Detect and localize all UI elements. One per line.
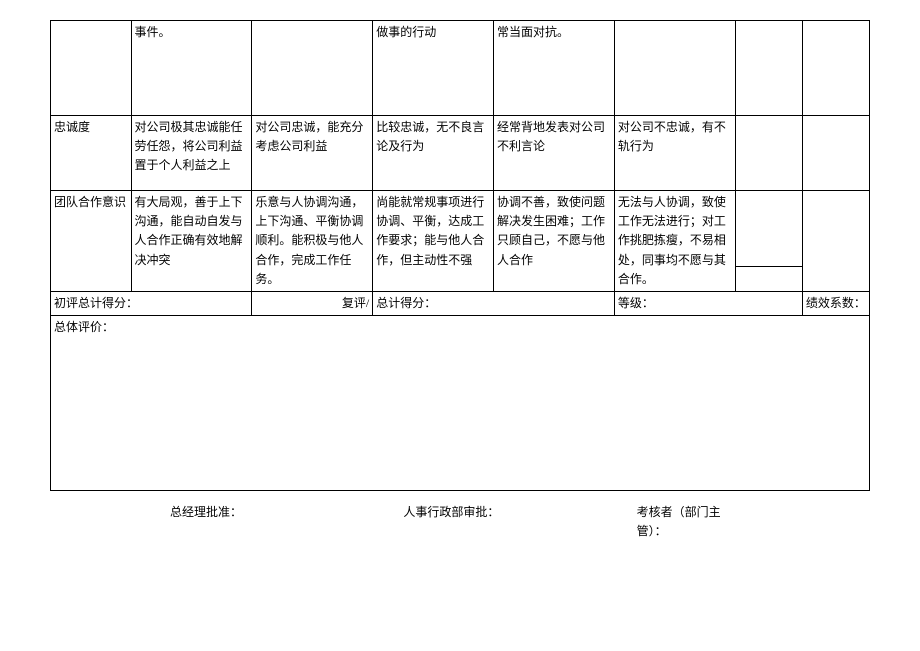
loyalty-c6: 对公司不忠诚，有不轨行为 xyxy=(614,116,735,191)
cell xyxy=(802,191,869,292)
loyalty-c2: 对公司极其忠诚能任劳任怨，将公司利益置于个人利益之上 xyxy=(131,116,252,191)
cell: 做事的行动 xyxy=(373,21,494,116)
cell xyxy=(735,21,802,116)
loyalty-c4: 比较忠诚，无不良言论及行为 xyxy=(373,116,494,191)
prelim-score-label: 初评总计得分： xyxy=(51,291,252,315)
loyalty-label: 忠诚度 xyxy=(51,116,132,191)
signature-assessor: 考核者（部门主 管）： xyxy=(637,503,870,541)
evaluation-table: 事件。 做事的行动 常当面对抗。 忠诚度 对公司极其忠诚能任劳任怨，将公司利益置… xyxy=(50,20,870,491)
table-row: 事件。 做事的行动 常当面对抗。 xyxy=(51,21,870,116)
cell xyxy=(735,116,802,191)
row-loyalty: 忠诚度 对公司极其忠诚能任劳任怨，将公司利益置于个人利益之上 对公司忠诚，能充分… xyxy=(51,116,870,191)
row-teamwork: 团队合作意识 有大局观，善于上下沟通，能自动自发与人合作正确有效地解决冲突 乐意… xyxy=(51,191,870,267)
cell xyxy=(614,21,735,116)
signature-hr: 人事行政部审批： xyxy=(403,503,636,541)
coeff-label: 绩效系数： xyxy=(802,291,869,315)
cell: 常当面对抗。 xyxy=(494,21,615,116)
team-c4: 尚能就常规事项进行协调、平衡，达成工作要求；能与他人合作，但主动性不强 xyxy=(373,191,494,292)
team-label: 团队合作意识 xyxy=(51,191,132,292)
team-c3: 乐意与人协调沟通，上下沟通、平衡协调顺利。能积极与他人合作，完成工作任务。 xyxy=(252,191,373,292)
cell xyxy=(802,21,869,116)
row-scores: 初评总计得分： 复评/ 总计得分： 等级： 绩效系数： xyxy=(51,291,870,315)
signature-row: 总经理批准： 人事行政部审批： 考核者（部门主 管）： xyxy=(50,503,870,541)
cell xyxy=(735,266,802,291)
team-c5: 协调不善，致使问题解决发生困难；工作只顾自己，不愿与他人合作 xyxy=(494,191,615,292)
overall-comment-label: 总体评价： xyxy=(51,316,870,491)
loyalty-c3: 对公司忠诚，能充分考虑公司利益 xyxy=(252,116,373,191)
signature-gm: 总经理批准： xyxy=(170,503,403,541)
cell: 事件。 xyxy=(131,21,252,116)
loyalty-c5: 经常背地发表对公司不利言论 xyxy=(494,116,615,191)
team-c6: 无法与人协调，致使工作无法进行；对工作挑肥拣瘦，不易相处，同事均不愿与其合作。 xyxy=(614,191,735,292)
cell xyxy=(802,116,869,191)
cell xyxy=(735,191,802,267)
cell xyxy=(51,21,132,116)
team-c2: 有大局观，善于上下沟通，能自动自发与人合作正确有效地解决冲突 xyxy=(131,191,252,292)
review-label: 复评/ xyxy=(252,291,373,315)
sig-spacer xyxy=(50,503,170,541)
total-score-label: 总计得分： xyxy=(373,291,615,315)
cell xyxy=(252,21,373,116)
row-overall-comment: 总体评价： xyxy=(51,316,870,491)
grade-label: 等级： xyxy=(614,291,802,315)
